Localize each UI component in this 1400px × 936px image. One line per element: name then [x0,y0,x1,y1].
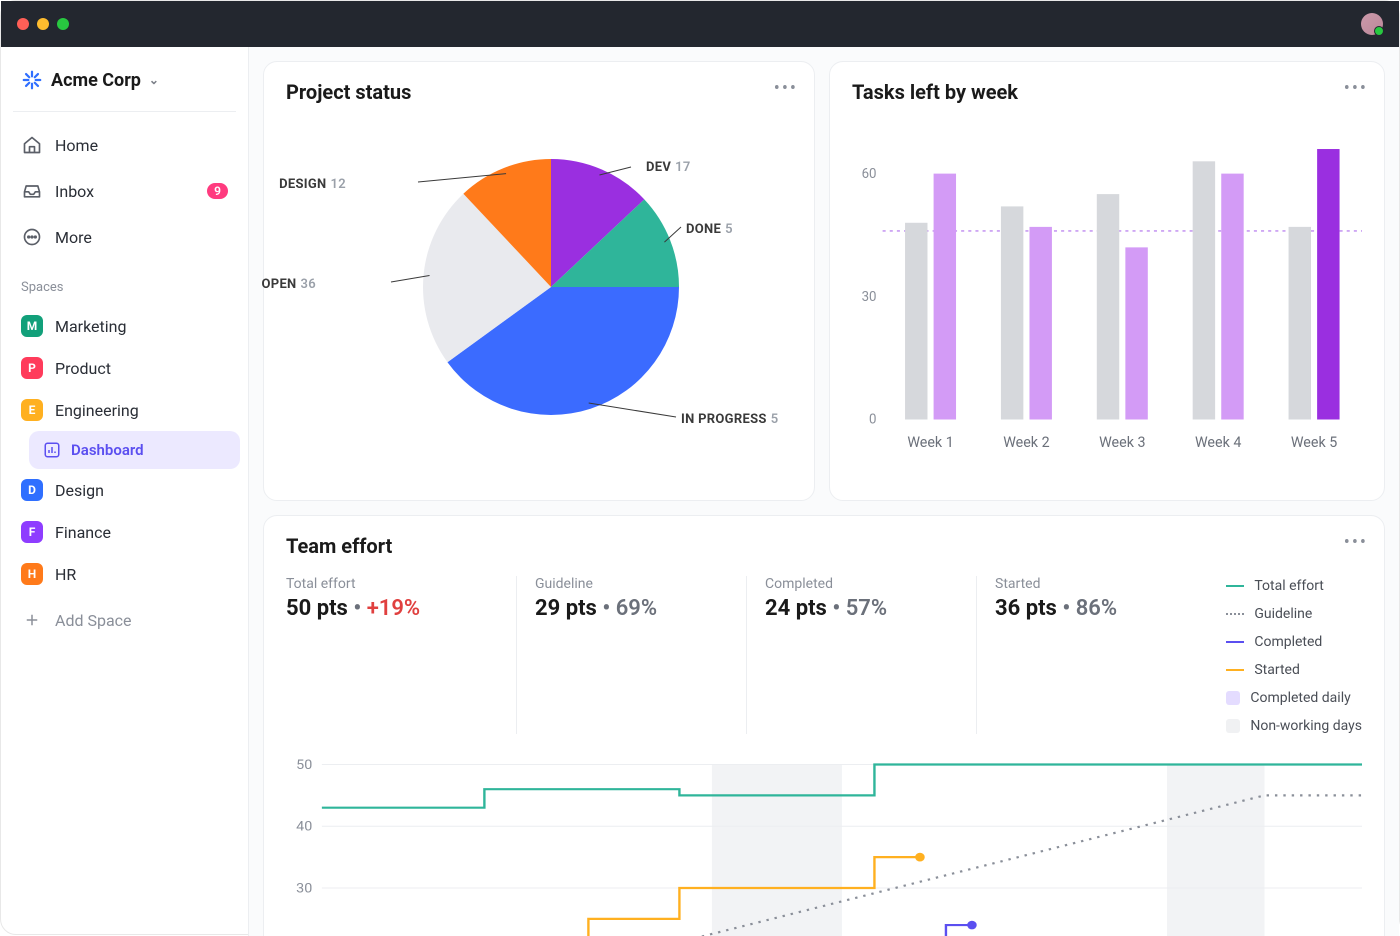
legend-started: Started [1254,662,1300,678]
tasks-left-card: Tasks left by week ••• 0 30 60 Week 1 Week 2… [829,61,1385,501]
svg-text:Week 4: Week 4 [1195,433,1241,451]
stat-label: Total effort [286,576,498,592]
space-badge-icon: P [21,357,43,379]
svg-text:Week 2: Week 2 [1003,433,1049,451]
pie-label-dev: DEV17 [646,160,691,175]
pie-label-in-progress: IN PROGRESS5 [681,412,778,427]
stat-label: Started [995,576,1188,592]
nav-inbox[interactable]: Inbox 9 [9,170,240,212]
space-label: HR [55,565,76,584]
stat-label: Guideline [535,576,728,592]
legend-completed: Completed [1254,634,1322,650]
svg-text:50: 50 [296,758,312,773]
sidebar-space-product[interactable]: P Product [9,347,240,389]
workspace-logo-icon [21,69,43,91]
sidebar: Acme Corp ⌄ Home Inbox 9 More Spaces M [1,47,249,936]
add-space-label: Add Space [55,611,132,630]
close-window[interactable] [17,18,29,30]
project-status-chart: DEV17DONE5IN PROGRESS5OPEN36DESIGN12 [286,122,792,462]
dashboard-icon [43,441,61,459]
sidebar-space-marketing[interactable]: M Marketing [9,305,240,347]
chevron-down-icon: ⌄ [149,73,159,87]
inbox-icon [21,180,43,202]
project-status-card: Project status ••• DEV17 DONE5 IN PROGRESS… [263,61,815,501]
team-effort-title: Team effort [286,534,1362,558]
legend-guideline: Guideline [1254,606,1312,622]
titlebar [1,1,1399,47]
sidebar-space-engineering[interactable]: E Engineering [9,389,240,431]
space-badge-icon: M [21,315,43,337]
stat-guideline: Guideline 29 pts • 69% [516,576,746,734]
home-icon [21,134,43,156]
space-badge-icon: H [21,563,43,585]
workspace-name: Acme Corp [51,70,141,91]
space-label: Marketing [55,317,126,336]
stat-completed: Completed 24 pts • 57% [746,576,976,734]
window-controls [17,18,69,30]
plus-icon [21,609,43,631]
team-effort-chart: 20304050 [286,758,1362,936]
space-badge-icon: E [21,399,43,421]
legend-completed-daily: Completed daily [1250,690,1350,706]
space-badge-icon: D [21,479,43,501]
workspace-switcher[interactable]: Acme Corp ⌄ [9,61,240,99]
pie-label-design: DESIGN12 [279,177,346,192]
pie-label-done: DONE5 [686,222,733,237]
stat-value: 36 pts • 86% [995,596,1188,621]
sidebar-subitem-dashboard[interactable]: Dashboard [29,431,240,469]
spaces-header: Spaces [9,262,240,301]
pie-label-open: OPEN36 [262,277,317,292]
space-label: Product [55,359,111,378]
legend-nonworking: Non-working days [1250,718,1362,734]
inbox-badge: 9 [207,183,228,199]
svg-text:30: 30 [862,289,877,305]
svg-text:0: 0 [869,412,876,428]
stat-started: Started 36 pts • 86% [976,576,1206,734]
card-menu-button[interactable]: ••• [1344,78,1368,99]
sidebar-space-finance[interactable]: F Finance [9,511,240,553]
tasks-left-title: Tasks left by week [852,80,1362,104]
nav-home[interactable]: Home [9,124,240,166]
sidebar-space-design[interactable]: D Design [9,469,240,511]
card-menu-button[interactable]: ••• [774,78,798,99]
sidebar-space-hr[interactable]: H HR [9,553,240,595]
svg-text:60: 60 [862,166,877,182]
space-label: Finance [55,523,111,542]
subitem-label: Dashboard [71,441,144,459]
team-effort-legend: Total effort Guideline Completed Started… [1226,576,1362,734]
content: Project status ••• DEV17 DONE5 IN PROGRESS… [249,47,1399,936]
space-label: Design [55,481,104,500]
more-icon [21,226,43,248]
stat-total-effort: Total effort 50 pts • +19% [286,576,516,734]
avatar[interactable] [1361,13,1383,35]
nav-more-label: More [55,228,92,247]
svg-text:Week 5: Week 5 [1291,433,1337,451]
project-status-title: Project status [286,80,792,104]
svg-text:Week 1: Week 1 [907,433,953,451]
tasks-left-chart: 0 30 60 Week 1 Week 2 Week 3 Week 4 Week 5 [852,122,1362,462]
nav-more[interactable]: More [9,216,240,258]
stat-value: 50 pts • +19% [286,596,498,621]
svg-text:40: 40 [296,819,312,834]
space-badge-icon: F [21,521,43,543]
svg-text:Week 3: Week 3 [1099,433,1145,451]
stat-label: Completed [765,576,958,592]
space-label: Engineering [55,401,139,420]
add-space-button[interactable]: Add Space [9,599,240,641]
stat-value: 29 pts • 69% [535,596,728,621]
nav-home-label: Home [55,136,98,155]
team-effort-card: Team effort ••• Total effort 50 pts • +1… [263,515,1385,936]
card-menu-button[interactable]: ••• [1344,532,1368,553]
divider [13,111,236,112]
minimize-window[interactable] [37,18,49,30]
legend-total: Total effort [1254,578,1324,594]
stat-value: 24 pts • 57% [765,596,958,621]
svg-text:30: 30 [296,881,312,896]
maximize-window[interactable] [57,18,69,30]
nav-inbox-label: Inbox [55,182,94,201]
